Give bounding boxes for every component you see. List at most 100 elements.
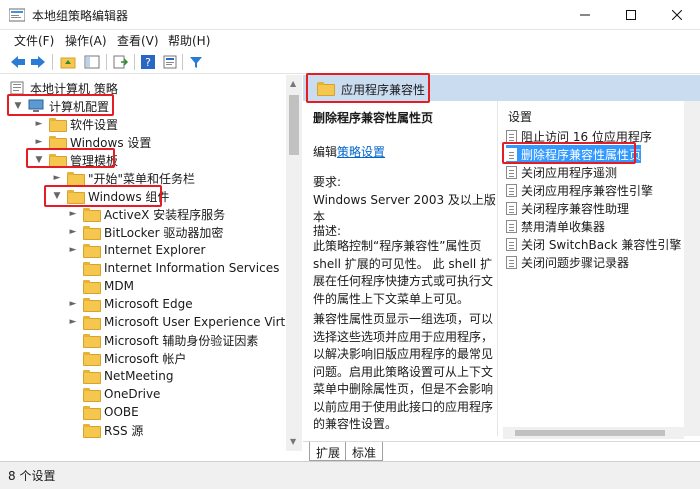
tree-item-label: Internet Explorer <box>104 243 206 257</box>
tree-item-windows-components[interactable]: ▼ Windows 组件 <box>51 187 169 205</box>
menu-view[interactable]: 查看(V) <box>117 32 159 49</box>
folder-icon <box>83 352 101 366</box>
settings-horizontal-scrollbar[interactable] <box>503 427 684 439</box>
tree-item-onedrive[interactable]: OneDrive <box>67 385 160 403</box>
policy-setting-icon <box>506 237 517 251</box>
forward-arrow-icon[interactable] <box>28 52 48 72</box>
export-list-icon[interactable] <box>110 52 130 72</box>
tree-item-label: ActiveX 安装程序服务 <box>104 207 226 222</box>
tree-item-netmeeting[interactable]: NetMeeting <box>67 367 173 385</box>
tree-item-bitlocker[interactable]: ► BitLocker 驱动器加密 <box>67 223 223 241</box>
tree-item-rss[interactable]: RSS 源 <box>67 421 143 439</box>
tree-item-microsoft-account[interactable]: Microsoft 帐户 <box>67 349 186 367</box>
tree-item-label: 管理模板 <box>70 153 119 168</box>
tree-scrollbar[interactable]: ▲ ▼ <box>286 75 302 451</box>
window-title: 本地组策略编辑器 <box>32 9 129 23</box>
scroll-down-icon[interactable]: ▼ <box>290 437 296 446</box>
requirements-value: Windows Server 2003 及以上版本 <box>313 193 496 224</box>
tree-item-label: Microsoft 辅助身份验证因素 <box>104 333 259 348</box>
folder-icon <box>83 316 101 330</box>
folder-icon <box>83 370 101 384</box>
chevron-right-icon[interactable]: ► <box>67 299 79 309</box>
tree-item-label: Internet Information Services <box>104 261 280 275</box>
edit-prefix: 编辑 <box>313 145 338 159</box>
folder-icon <box>49 154 67 168</box>
tree-item-oobe[interactable]: OOBE <box>67 403 139 421</box>
properties-icon[interactable] <box>160 52 180 72</box>
chevron-down-icon[interactable]: ▼ <box>12 101 24 111</box>
setting-row[interactable]: 关闭应用程序兼容性引擎 <box>506 181 653 199</box>
folder-title: 应用程序兼容性 <box>341 83 426 97</box>
policy-setting-icon <box>506 129 517 143</box>
back-arrow-icon[interactable] <box>8 52 28 72</box>
tree-root[interactable]: 本地计算机 策略 <box>10 79 118 97</box>
folder-icon <box>83 244 101 258</box>
setting-row[interactable]: 关闭 SwitchBack 兼容性引擎 <box>506 235 681 253</box>
setting-row-selected[interactable]: 删除程序兼容性属性页 <box>506 145 642 163</box>
tree-item-mdm[interactable]: MDM <box>67 277 134 295</box>
folder-icon <box>83 208 101 222</box>
setting-label: 关闭 SwitchBack 兼容性引擎 <box>521 237 682 252</box>
tree-item-computer-config[interactable]: ▼ 计算机配置 <box>12 97 109 115</box>
chevron-right-icon[interactable]: ► <box>33 119 45 129</box>
tree-item-ue-v[interactable]: ► Microsoft User Experience Virtualiz <box>67 313 302 331</box>
svg-text:?: ? <box>145 56 151 69</box>
setting-row[interactable]: 关闭程序兼容性助理 <box>506 199 629 217</box>
chevron-right-icon[interactable]: ► <box>33 137 45 147</box>
tree-item-secondary-auth[interactable]: Microsoft 辅助身份验证因素 <box>67 331 258 349</box>
tree-item-label: Microsoft Edge <box>104 297 193 311</box>
policy-setting-icon <box>506 183 517 197</box>
chevron-down-icon[interactable]: ▼ <box>51 191 63 201</box>
tree-item-label: OneDrive <box>104 387 161 401</box>
help-icon[interactable]: ? <box>138 52 158 72</box>
chevron-right-icon[interactable]: ► <box>67 245 79 255</box>
tree-item-start-menu[interactable]: ► "开始"菜单和任务栏 <box>51 169 195 187</box>
tree-item-windows-settings[interactable]: ► Windows 设置 <box>33 133 151 151</box>
tree-item-microsoft-edge[interactable]: ► Microsoft Edge <box>67 295 193 313</box>
tree-item-admin-templates[interactable]: ▼ 管理模板 <box>33 151 118 169</box>
setting-row[interactable]: 关闭问题步骤记录器 <box>506 253 629 271</box>
horizontal-scrollbar-thumb[interactable] <box>515 430 665 436</box>
tree-item-label: NetMeeting <box>104 369 174 383</box>
edit-policy-link[interactable]: 策略设置 <box>337 145 385 159</box>
chevron-right-icon[interactable]: ► <box>51 173 63 183</box>
tree-item-label: Microsoft User Experience Virtualiz <box>104 315 302 329</box>
setting-label: 阻止访问 16 位应用程序 <box>521 129 652 144</box>
settings-list: 设置 阻止访问 16 位应用程序 删除程序兼容性属性页 关闭应用程序遥测 关闭应… <box>497 101 684 436</box>
tab-extended[interactable]: 扩展 <box>309 442 348 461</box>
maximize-button[interactable] <box>608 0 654 30</box>
menu-help[interactable]: 帮助(H) <box>168 32 210 49</box>
settings-column-header[interactable]: 设置 <box>508 108 532 125</box>
folder-icon <box>83 226 101 240</box>
setting-label: 关闭应用程序兼容性引擎 <box>521 183 654 198</box>
chevron-right-icon[interactable]: ► <box>67 317 79 327</box>
menu-file[interactable]: 文件(F) <box>14 32 54 49</box>
scroll-up-icon[interactable]: ▲ <box>290 79 296 88</box>
setting-row[interactable]: 禁用清单收集器 <box>506 217 605 235</box>
close-button[interactable] <box>654 0 700 30</box>
minimize-button[interactable] <box>562 0 608 30</box>
policy-root-icon <box>10 81 24 95</box>
chevron-down-icon[interactable]: ▼ <box>33 155 45 165</box>
tree-item-activex[interactable]: ► ActiveX 安装程序服务 <box>67 205 225 223</box>
menu-action[interactable]: 操作(A) <box>65 32 107 49</box>
tree-scrollbar-thumb[interactable] <box>289 95 299 155</box>
edit-policy-line: 编辑策略设置 <box>313 143 385 160</box>
setting-row[interactable]: 关闭应用程序遥测 <box>506 163 617 181</box>
policy-setting-icon <box>506 219 517 233</box>
filter-icon[interactable] <box>186 52 206 72</box>
chevron-right-icon[interactable]: ► <box>67 209 79 219</box>
setting-row[interactable]: 阻止访问 16 位应用程序 <box>506 127 652 145</box>
tree-item-label: 软件设置 <box>70 117 119 132</box>
tree-item-internet-explorer[interactable]: ► Internet Explorer <box>67 241 205 259</box>
tree-item-iis[interactable]: Internet Information Services <box>67 259 279 277</box>
tab-standard[interactable]: 标准 <box>345 442 384 461</box>
chevron-right-icon[interactable]: ► <box>67 227 79 237</box>
folder-icon <box>83 262 101 276</box>
show-hide-tree-icon[interactable] <box>82 52 102 72</box>
settings-scrollbar[interactable] <box>684 101 700 436</box>
folder-icon <box>317 82 335 96</box>
tree-item-label: MDM <box>104 279 134 293</box>
tree-item-software-settings[interactable]: ► 软件设置 <box>33 115 118 133</box>
up-folder-icon[interactable] <box>58 52 78 72</box>
